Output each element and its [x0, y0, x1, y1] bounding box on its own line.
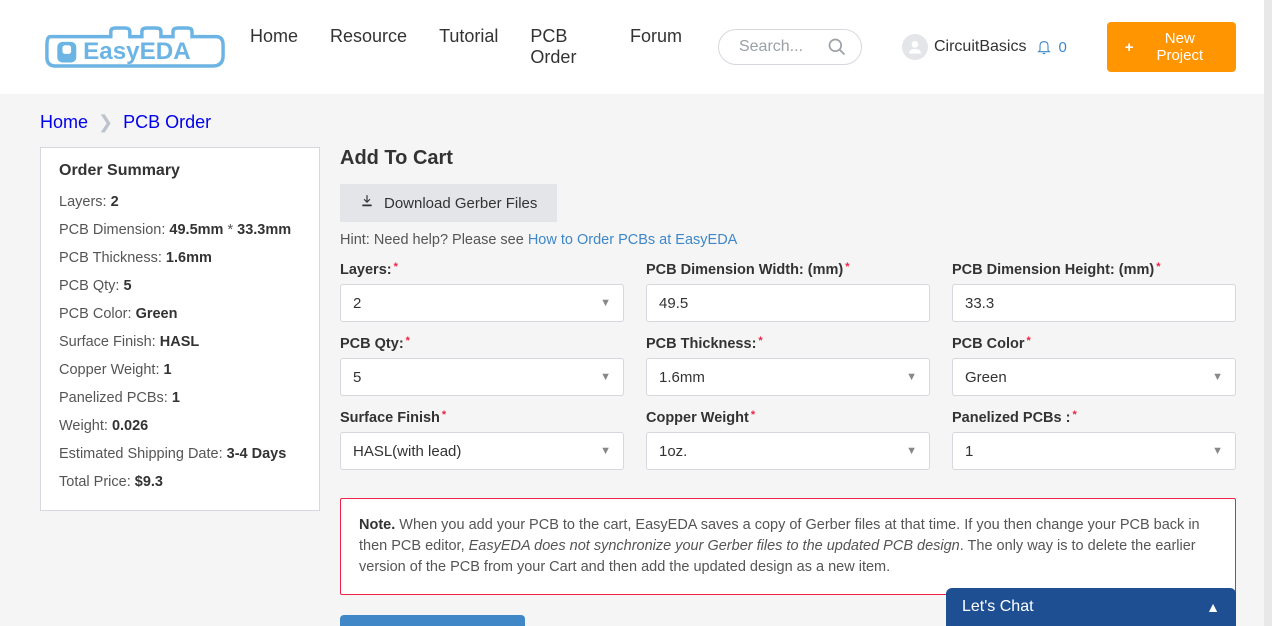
chat-widget[interactable]: Let's Chat ▲	[946, 588, 1236, 626]
nav-home[interactable]: Home	[250, 26, 298, 68]
panel-select[interactable]: 1▼	[952, 432, 1236, 470]
nav-forum[interactable]: Forum	[630, 26, 682, 68]
summary-weight: Weight: 0.026	[59, 412, 301, 440]
summary-copper: Copper Weight: 1	[59, 356, 301, 384]
summary-price: Total Price: $9.3	[59, 468, 301, 496]
layers-select[interactable]: 2▼	[340, 284, 624, 322]
summary-thickness: PCB Thickness: 1.6mm	[59, 244, 301, 272]
summary-color: PCB Color: Green	[59, 300, 301, 328]
download-gerber-button[interactable]: Download Gerber Files	[340, 184, 557, 222]
copper-select[interactable]: 1oz.▼	[646, 432, 930, 470]
svg-text:EasyEDA: EasyEDA	[83, 38, 191, 65]
nav-resource[interactable]: Resource	[330, 26, 407, 68]
search-box[interactable]	[718, 29, 862, 65]
user-menu[interactable]: CircuitBasics 0	[902, 34, 1067, 60]
qty-select[interactable]: 5▼	[340, 358, 624, 396]
chevron-right-icon: ❯	[98, 112, 113, 133]
breadcrumb: Home ❯ PCB Order	[40, 112, 1236, 133]
color-select[interactable]: Green▼	[952, 358, 1236, 396]
notification-count: 0	[1058, 39, 1066, 56]
summary-dimension: PCB Dimension: 49.5mm * 33.3mm	[59, 216, 301, 244]
thickness-select[interactable]: 1.6mm▼	[646, 358, 930, 396]
save-to-cart-button[interactable]: Save to Cart	[340, 615, 525, 626]
caret-down-icon: ▼	[906, 371, 917, 383]
order-summary: Order Summary Layers: 2 PCB Dimension: 4…	[40, 147, 320, 511]
summary-qty: PCB Qty: 5	[59, 272, 301, 300]
nav-pcborder[interactable]: PCB Order	[530, 26, 598, 68]
new-project-label: New Project	[1142, 30, 1218, 64]
breadcrumb-home[interactable]: Home	[40, 112, 88, 133]
summary-layers: Layers: 2	[59, 188, 301, 216]
field-layers: Layers:* 2▼	[340, 262, 624, 322]
field-thickness: PCB Thickness:* 1.6mm▼	[646, 336, 930, 396]
note-box: Note. When you add your PCB to the cart,…	[340, 498, 1236, 595]
finish-select[interactable]: HASL(with lead)▼	[340, 432, 624, 470]
username: CircuitBasics	[934, 38, 1026, 56]
caret-down-icon: ▼	[600, 445, 611, 457]
width-input[interactable]	[646, 284, 930, 322]
main-nav: Home Resource Tutorial PCB Order Forum	[250, 26, 682, 68]
caret-down-icon: ▼	[1212, 445, 1223, 457]
plus-icon: +	[1125, 39, 1134, 56]
hint-text: Hint: Need help? Please see How to Order…	[340, 232, 1236, 248]
height-input[interactable]	[952, 284, 1236, 322]
chat-label: Let's Chat	[962, 598, 1034, 616]
summary-shipping: Estimated Shipping Date: 3-4 Days	[59, 440, 301, 468]
caret-down-icon: ▼	[1212, 371, 1223, 383]
chevron-up-icon: ▲	[1206, 599, 1220, 615]
avatar	[902, 34, 928, 60]
caret-down-icon: ▼	[600, 297, 611, 309]
page-title: Add To Cart	[340, 147, 1236, 170]
summary-title: Order Summary	[59, 162, 301, 180]
field-panel: Panelized PCBs :* 1▼	[952, 410, 1236, 470]
scrollbar[interactable]	[1264, 0, 1272, 160]
field-height: PCB Dimension Height: (mm)*	[952, 262, 1236, 322]
field-copper: Copper Weight* 1oz.▼	[646, 410, 930, 470]
nav-tutorial[interactable]: Tutorial	[439, 26, 498, 68]
hint-link[interactable]: How to Order PCBs at EasyEDA	[528, 232, 738, 248]
header: EasyEDA Home Resource Tutorial PCB Order…	[0, 0, 1264, 94]
bell-icon[interactable]	[1036, 39, 1052, 55]
field-finish: Surface Finish* HASL(with lead)▼	[340, 410, 624, 470]
caret-down-icon: ▼	[600, 371, 611, 383]
download-icon	[360, 194, 374, 212]
logo[interactable]: EasyEDA	[40, 18, 230, 76]
summary-finish: Surface Finish: HASL	[59, 328, 301, 356]
field-qty: PCB Qty:* 5▼	[340, 336, 624, 396]
search-icon	[827, 37, 847, 57]
search-input[interactable]	[737, 37, 827, 57]
add-to-cart-form: Add To Cart Download Gerber Files Hint: …	[340, 147, 1236, 626]
summary-panel: Panelized PCBs: 1	[59, 384, 301, 412]
field-color: PCB Color* Green▼	[952, 336, 1236, 396]
field-width: PCB Dimension Width: (mm)*	[646, 262, 930, 322]
new-project-button[interactable]: + New Project	[1107, 22, 1236, 72]
breadcrumb-current[interactable]: PCB Order	[123, 112, 211, 133]
caret-down-icon: ▼	[906, 445, 917, 457]
